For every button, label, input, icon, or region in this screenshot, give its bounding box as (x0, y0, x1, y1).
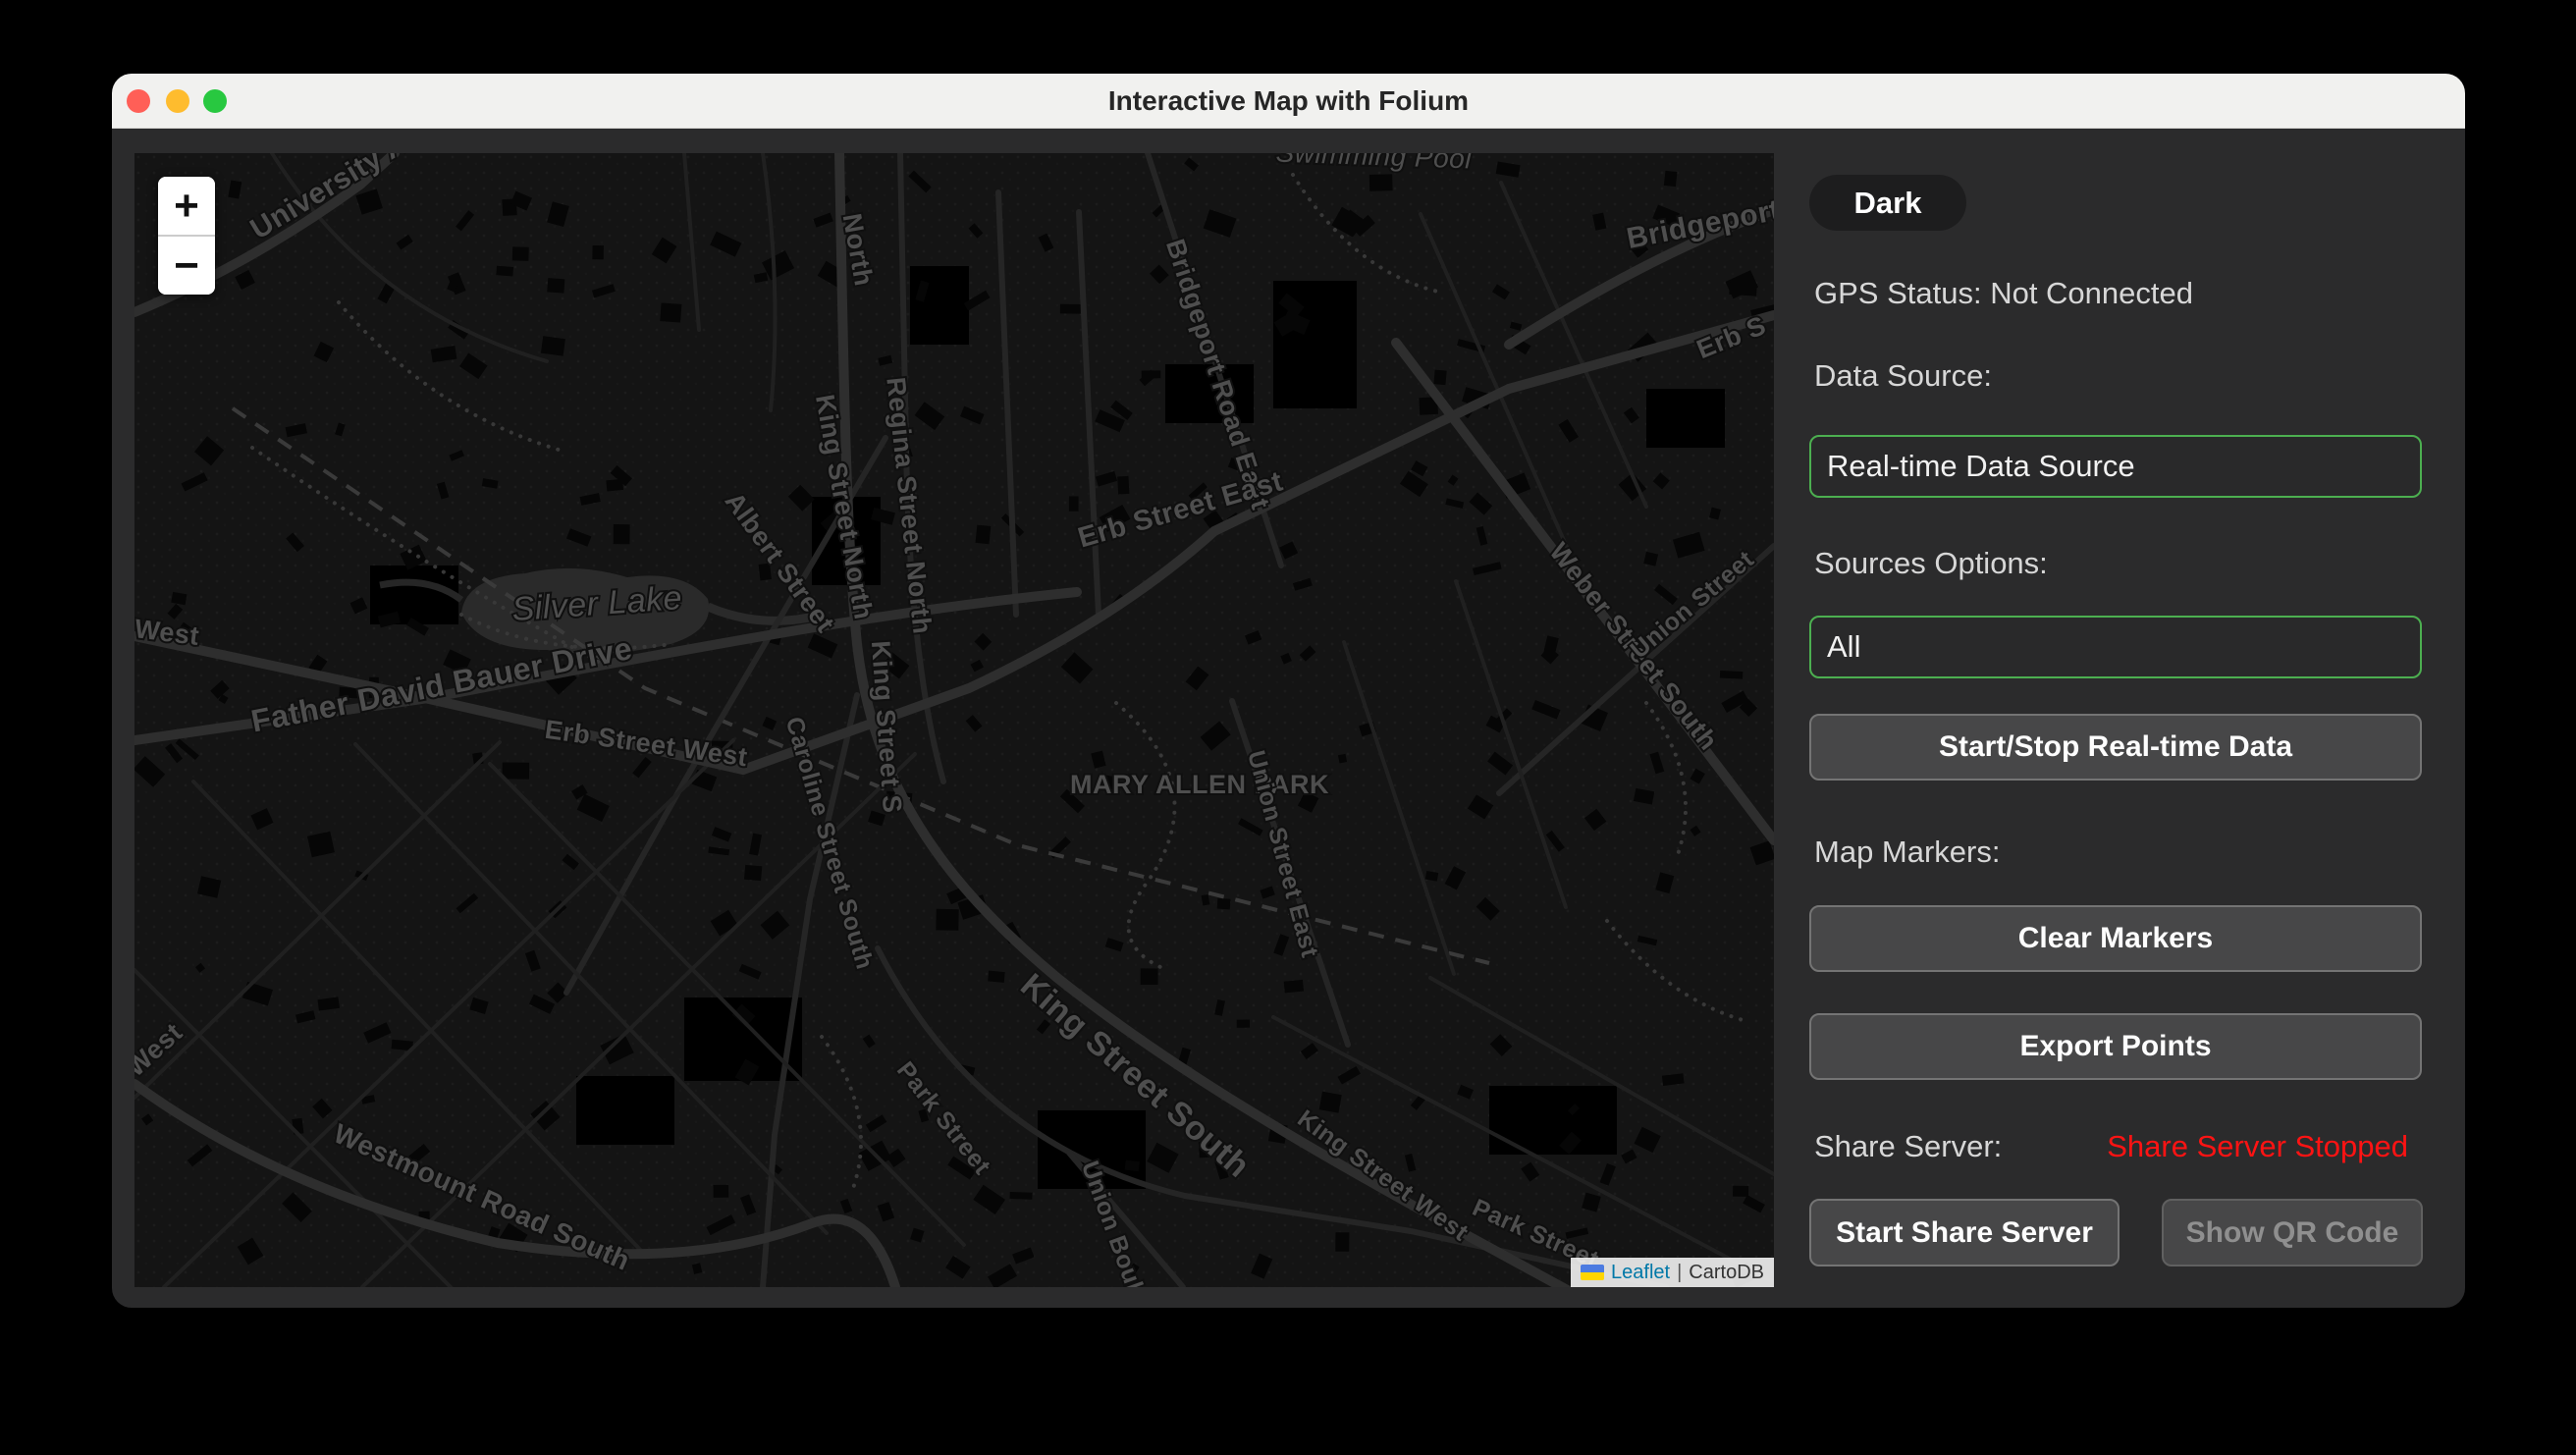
data-source-value: Real-time Data Source (1827, 449, 2135, 484)
desktop-background: Interactive Map with Folium (0, 0, 2576, 1455)
sources-options-select[interactable]: All (1809, 616, 2422, 678)
map-attribution: Leaflet | CartoDB (1571, 1258, 1774, 1287)
ukraine-flag-icon (1581, 1265, 1604, 1280)
map-zoom-control: + − (158, 177, 215, 295)
zoom-in-button[interactable]: + (158, 177, 215, 235)
theme-toggle-button[interactable]: Dark (1809, 175, 1966, 231)
data-source-label: Data Source: (1814, 357, 2423, 395)
sources-options-value: All (1827, 629, 1860, 665)
app-window: Interactive Map with Folium (112, 74, 2465, 1308)
clear-markers-button[interactable]: Clear Markers (1809, 905, 2422, 972)
street-label: MARY ALLEN PARK (1070, 770, 1329, 799)
sources-options-label: Sources Options: (1814, 545, 2423, 582)
export-points-button[interactable]: Export Points (1809, 1013, 2422, 1080)
map-canvas: University ASwimming PoolBridgeportBridg… (134, 153, 1774, 1287)
show-qr-code-button[interactable]: Show QR Code (2162, 1199, 2423, 1266)
share-server-row: Share Server: Share Server Stopped (1814, 1128, 2408, 1165)
window-titlebar: Interactive Map with Folium (112, 74, 2465, 129)
window-title: Interactive Map with Folium (112, 74, 2465, 129)
share-server-status: Share Server Stopped (2107, 1128, 2408, 1165)
map-view[interactable]: University ASwimming PoolBridgeportBridg… (134, 153, 1774, 1287)
leaflet-link[interactable]: Leaflet (1611, 1262, 1670, 1284)
share-server-label: Share Server: (1814, 1128, 2002, 1165)
map-markers-label: Map Markers: (1814, 834, 2423, 871)
cartodb-link[interactable]: CartoDB (1689, 1262, 1764, 1284)
zoom-out-button[interactable]: − (158, 237, 215, 295)
gps-status-text: GPS Status: Not Connected (1814, 275, 2423, 312)
start-share-server-button[interactable]: Start Share Server (1809, 1199, 2120, 1266)
data-source-select[interactable]: Real-time Data Source (1809, 435, 2422, 498)
start-stop-realtime-button[interactable]: Start/Stop Real-time Data (1809, 714, 2422, 781)
attribution-separator: | (1677, 1262, 1682, 1284)
